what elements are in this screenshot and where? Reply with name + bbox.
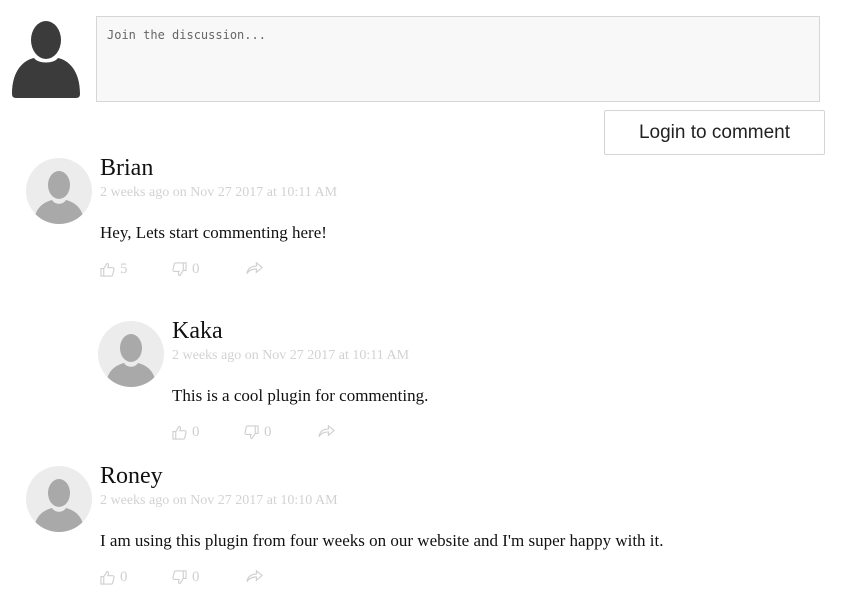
avatar-icon <box>98 321 164 387</box>
comment-actions: 5 0 <box>100 261 300 281</box>
like-button[interactable]: 5 <box>100 261 128 278</box>
share-button[interactable] <box>246 569 263 583</box>
dislike-count: 0 <box>192 261 200 277</box>
thumbs-down-icon <box>172 570 187 585</box>
reply-comment-item: Kaka 2 weeks ago on Nov 27 2017 at 10:11… <box>98 318 818 446</box>
comment-timestamp: 2 weeks ago on Nov 27 2017 at 10:10 AM <box>100 493 338 508</box>
avatar-icon <box>26 158 92 224</box>
like-button[interactable]: 0 <box>100 569 128 586</box>
like-count: 0 <box>120 569 128 585</box>
like-count: 5 <box>120 261 128 277</box>
share-button[interactable] <box>318 424 335 438</box>
comment-item: Brian 2 weeks ago on Nov 27 2017 at 10:1… <box>26 155 826 283</box>
thumbs-down-icon <box>172 262 187 277</box>
comment-author[interactable]: Roney <box>100 463 163 490</box>
share-button[interactable] <box>246 261 263 275</box>
comment-timestamp: 2 weeks ago on Nov 27 2017 at 10:11 AM <box>172 348 410 363</box>
avatar-icon <box>26 466 92 532</box>
thumbs-up-icon <box>100 262 115 277</box>
thumbs-down-icon <box>244 425 259 440</box>
dislike-count: 0 <box>264 424 272 440</box>
current-user-avatar-icon <box>12 20 80 98</box>
dislike-button[interactable]: 0 <box>172 569 200 586</box>
comment-author[interactable]: Brian <box>100 155 153 182</box>
comment-item: Roney 2 weeks ago on Nov 27 2017 at 10:1… <box>26 463 826 591</box>
comment-text: This is a cool plugin for commenting. <box>172 386 429 405</box>
comment-text: Hey, Lets start commenting here! <box>100 223 327 242</box>
share-arrow-icon <box>246 569 263 583</box>
comment-actions: 0 0 <box>172 424 372 444</box>
thumbs-up-icon <box>100 570 115 585</box>
login-to-comment-button[interactable]: Login to comment <box>604 110 825 155</box>
comment-author[interactable]: Kaka <box>172 318 223 345</box>
comment-actions: 0 0 <box>100 569 300 589</box>
comment-text: I am using this plugin from four weeks o… <box>100 531 664 550</box>
dislike-button[interactable]: 0 <box>244 424 272 441</box>
dislike-count: 0 <box>192 569 200 585</box>
like-count: 0 <box>192 424 200 440</box>
comment-timestamp: 2 weeks ago on Nov 27 2017 at 10:11 AM <box>100 185 338 200</box>
dislike-button[interactable]: 0 <box>172 261 200 278</box>
like-button[interactable]: 0 <box>172 424 200 441</box>
share-arrow-icon <box>246 261 263 275</box>
thumbs-up-icon <box>172 425 187 440</box>
comment-input[interactable] <box>96 16 820 102</box>
share-arrow-icon <box>318 424 335 438</box>
